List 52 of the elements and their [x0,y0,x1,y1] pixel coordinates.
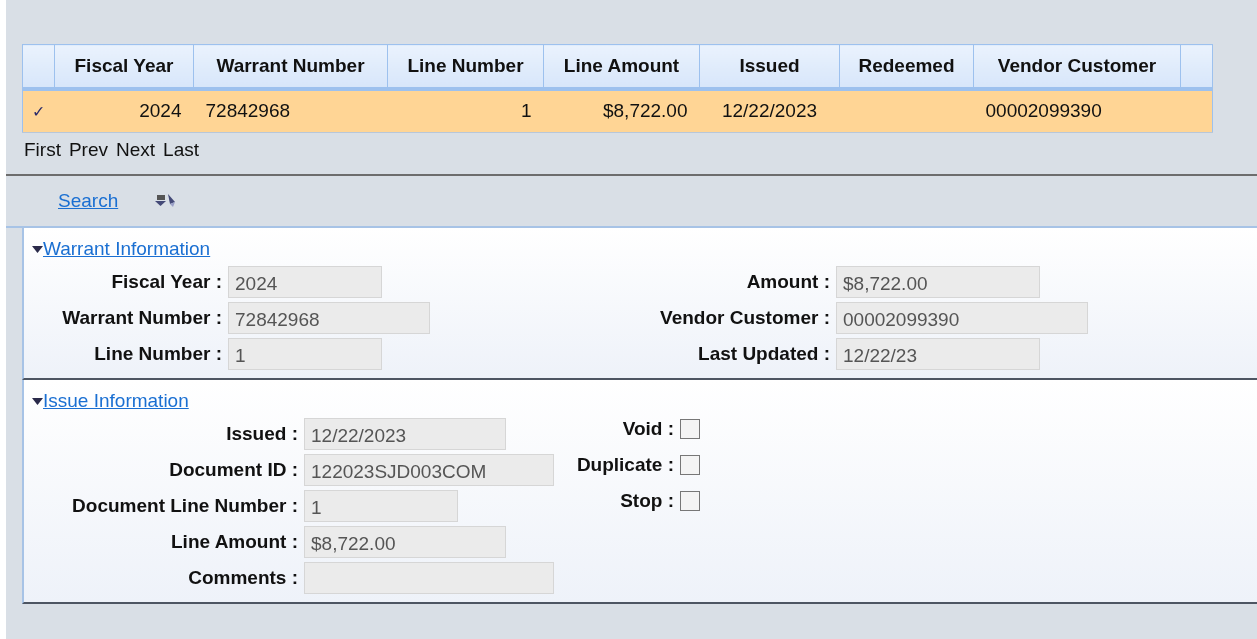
table-cell: 72842968 [205,100,291,121]
table-cell: 1 [520,100,532,121]
column-header[interactable]: Line Amount [543,44,700,89]
input-field[interactable]: 122023SJD003COM [304,454,554,486]
input-field[interactable]: 2024 [228,266,382,298]
search-link[interactable]: Search [58,190,119,212]
field-label: Amount : [745,271,830,293]
field-label: Line Amount : [170,531,298,553]
input-field[interactable]: $8,722.00 [836,266,1040,298]
input-field[interactable]: 00002099390 [836,302,1088,334]
field-label: Warrant Number : [61,307,222,329]
field-label: Comments : [187,567,298,589]
field-label: Void : [621,418,674,440]
field-label: Vendor Customer : [659,307,830,329]
pager-link[interactable]: Last [163,138,199,161]
collapse-triangle-icon[interactable] [32,398,43,406]
table-row[interactable]: ✓ 2024 72842968 1 $8,722.00 12/22/2023 00002099390 [22,88,1213,132]
pager-link[interactable]: Next [116,138,156,161]
column-header[interactable]: Fiscal Year [54,44,194,89]
field-label: Last Updated : [697,343,830,365]
input-field[interactable] [304,562,554,594]
checkbox[interactable] [680,491,700,511]
check-mark: ✓ [32,102,46,120]
section-title-link[interactable]: Warrant Information [43,238,211,260]
input-field[interactable]: 12/22/2023 [304,418,506,450]
checkbox[interactable] [680,455,700,475]
input-field[interactable]: 1 [228,338,382,370]
collapse-triangle-icon[interactable] [32,246,43,254]
field-label: Issued : [225,423,298,445]
table-cell: 00002099390 [985,100,1102,121]
pager-link[interactable]: First [24,138,61,161]
section-title-link[interactable]: Issue Information [43,390,189,412]
column-header[interactable]: Redeemed [839,44,974,89]
input-field[interactable]: 12/22/23 [836,338,1040,370]
field-label: Document ID : [168,459,298,481]
input-field[interactable]: 72842968 [228,302,430,334]
field-label: Duplicate : [575,454,674,476]
table-cell: $8,722.00 [602,100,688,121]
column-header[interactable]: Line Number [387,44,544,89]
input-field[interactable]: 1 [304,490,458,522]
field-label: Line Number : [93,343,222,365]
input-field[interactable]: $8,722.00 [304,526,506,558]
column-header[interactable]: Vendor Customer [973,44,1181,89]
table-cell: 2024 [139,100,182,121]
field-label: Stop : [619,490,674,512]
column-header[interactable]: Issued [699,44,840,89]
field-label: Fiscal Year : [110,271,222,293]
checkbox[interactable] [680,419,700,439]
pager-link[interactable]: Prev [68,138,108,161]
field-label: Document Line Number : [71,495,298,517]
column-header[interactable]: Warrant Number [193,44,388,89]
table-cell: 12/22/2023 [721,100,818,121]
